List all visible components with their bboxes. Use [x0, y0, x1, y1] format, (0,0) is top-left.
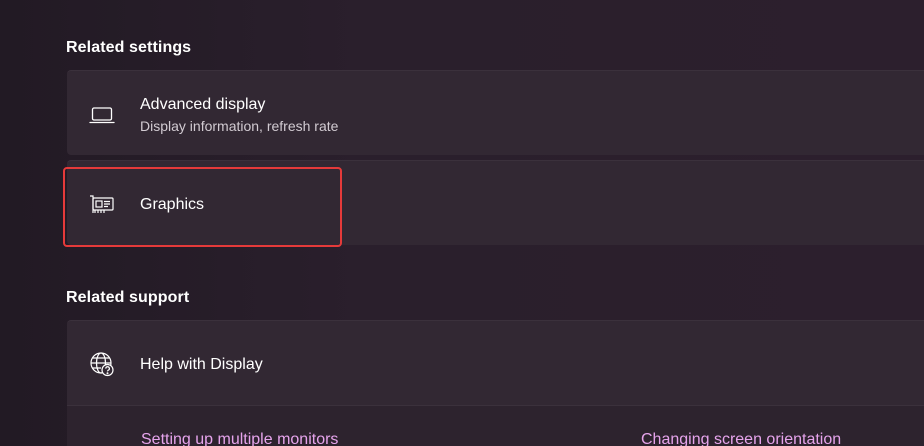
related-settings-heading: Related settings	[66, 39, 192, 56]
related-support-heading: Related support	[66, 289, 190, 306]
advanced-display-subtitle: Display information, refresh rate	[140, 118, 339, 134]
laptop-icon	[89, 102, 115, 128]
help-with-display-title: Help with Display	[140, 356, 263, 373]
graphics-card[interactable]: Graphics	[67, 160, 924, 245]
help-links-row: Setting up multiple monitors Changing sc…	[67, 405, 924, 446]
help-with-display-card[interactable]: Help with Display	[67, 320, 924, 405]
globe-help-icon	[89, 351, 115, 377]
link-changing-screen-orientation[interactable]: Changing screen orientation	[641, 431, 841, 446]
advanced-display-title: Advanced display	[140, 96, 266, 113]
graphics-title: Graphics	[140, 196, 205, 213]
advanced-display-card[interactable]: Advanced display Display information, re…	[67, 70, 924, 155]
graphics-card-icon	[89, 192, 115, 218]
link-setting-up-multiple-monitors[interactable]: Setting up multiple monitors	[141, 431, 338, 446]
